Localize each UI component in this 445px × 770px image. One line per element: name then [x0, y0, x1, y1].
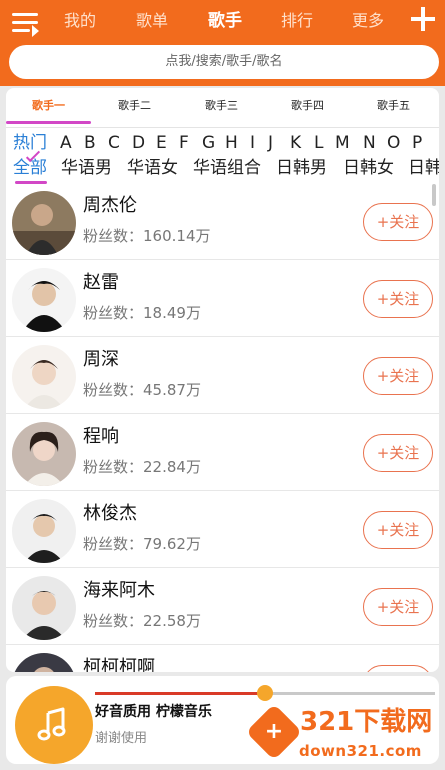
fan-count: 粉丝数：18.49万 — [83, 304, 201, 322]
plus-icon[interactable] — [410, 6, 436, 32]
artist-list[interactable]: 周杰伦 粉丝数：160.14万 +关注 赵雷 粉丝数：18.49万 +关注 周深… — [6, 184, 439, 672]
fan-count: 粉丝数：22.58万 — [83, 612, 201, 630]
tab-artist-2[interactable]: 歌手二 — [118, 96, 151, 116]
artist-name: 程响 — [83, 426, 119, 447]
artist-panel: 歌手一 歌手二 歌手三 歌手四 歌手五 热门 A B C D E F G H I… — [6, 88, 439, 672]
letter-filter[interactable]: N — [363, 132, 376, 154]
letter-filter[interactable]: D — [132, 132, 145, 154]
follow-button[interactable]: +关注 — [363, 357, 433, 395]
artist-row[interactable]: 柯柯柯啊 +关注 — [6, 646, 439, 672]
category-filter[interactable]: 华语女 — [127, 156, 178, 180]
watermark-url: down321.com — [299, 742, 422, 760]
nav-tab-playlists[interactable]: 歌单 — [136, 8, 168, 34]
fan-count: 粉丝数：45.87万 — [83, 381, 201, 399]
nav-tab-charts[interactable]: 排行 — [281, 8, 313, 34]
letter-filter[interactable]: O — [387, 132, 400, 154]
avatar — [12, 268, 76, 332]
divider — [6, 127, 439, 128]
category-filter[interactable]: 华语男 — [61, 156, 112, 180]
category-filter[interactable]: 华语组合 — [193, 156, 261, 180]
letter-filter[interactable]: I — [250, 132, 255, 154]
follow-button[interactable]: +关注 — [363, 434, 433, 472]
artist-row[interactable]: 赵雷 粉丝数：18.49万 +关注 — [6, 261, 439, 337]
category-filter-all[interactable]: 全部 — [13, 156, 47, 180]
letter-filter[interactable]: E — [156, 132, 167, 154]
tab-artist-4[interactable]: 歌手四 — [291, 96, 324, 116]
letter-filter[interactable]: C — [108, 132, 120, 154]
artist-name: 林俊杰 — [83, 503, 137, 524]
artist-row[interactable]: 周杰伦 粉丝数：160.14万 +关注 — [6, 184, 439, 260]
menu-icon[interactable] — [12, 10, 39, 37]
letter-filter[interactable]: L — [314, 132, 323, 154]
avatar — [12, 191, 76, 255]
follow-button[interactable]: +关注 — [363, 511, 433, 549]
progress-track[interactable] — [95, 685, 435, 701]
artist-name: 周杰伦 — [83, 195, 137, 216]
letter-filter[interactable]: A — [60, 132, 72, 154]
category-filter[interactable]: 日韩女 — [343, 156, 394, 180]
nav-tab-mine[interactable]: 我的 — [64, 8, 96, 34]
follow-button[interactable]: +关注 — [363, 280, 433, 318]
tab-artist-1[interactable]: 歌手一 — [32, 96, 65, 116]
follow-button[interactable]: +关注 — [363, 203, 433, 241]
letter-filter[interactable]: B — [84, 132, 96, 154]
tab-indicator — [6, 121, 91, 124]
top-bar: 我的 歌单 歌手 排行 更多 点我/搜索/歌手/歌名 — [0, 0, 445, 86]
progress-fill — [95, 692, 265, 695]
letter-filter[interactable]: G — [202, 132, 215, 154]
letter-filter-hot[interactable]: 热门 — [13, 132, 47, 154]
avatar — [12, 345, 76, 409]
letter-filter[interactable]: P — [412, 132, 422, 154]
artist-name: 周深 — [83, 349, 119, 370]
fan-count: 粉丝数：22.84万 — [83, 458, 201, 476]
fan-count: 粉丝数：79.62万 — [83, 535, 201, 553]
category-filter[interactable]: 日韩男 — [276, 156, 327, 180]
letter-filter[interactable]: M — [335, 132, 350, 154]
artist-name: 赵雷 — [83, 272, 119, 293]
tab-artist-5[interactable]: 歌手五 — [377, 96, 410, 116]
nav-tab-more[interactable]: 更多 — [352, 8, 384, 34]
follow-button[interactable]: +关注 — [363, 665, 433, 672]
search-input[interactable]: 点我/搜索/歌手/歌名 — [9, 45, 439, 79]
letter-filter[interactable]: J — [268, 132, 273, 154]
avatar — [12, 422, 76, 486]
fan-count: 粉丝数：160.14万 — [83, 227, 211, 245]
avatar — [12, 576, 76, 640]
follow-button[interactable]: +关注 — [363, 588, 433, 626]
song-title: 好音质用 柠檬音乐 — [95, 704, 212, 720]
artist-name: 海来阿木 — [83, 580, 155, 601]
category-filter[interactable]: 日韩 — [408, 156, 439, 180]
letter-filter[interactable]: H — [225, 132, 238, 154]
artist-row[interactable]: 程响 粉丝数：22.84万 +关注 — [6, 415, 439, 491]
avatar — [12, 653, 76, 672]
music-note-icon — [37, 707, 66, 741]
artist-name: 柯柯柯啊 — [83, 657, 155, 672]
nav-tab-artists[interactable]: 歌手 — [208, 8, 242, 34]
list-scrollbar[interactable] — [432, 184, 436, 206]
letter-filter[interactable]: K — [290, 132, 301, 154]
avatar — [12, 499, 76, 563]
song-subtitle: 谢谢使用 — [95, 731, 148, 746]
progress-knob[interactable] — [257, 685, 273, 701]
artist-row[interactable]: 海来阿木 粉丝数：22.58万 +关注 — [6, 569, 439, 645]
watermark-logo-glyph: + — [264, 719, 284, 744]
album-disc[interactable] — [15, 686, 93, 764]
tab-artist-3[interactable]: 歌手三 — [205, 96, 238, 116]
artist-row[interactable]: 林俊杰 粉丝数：79.62万 +关注 — [6, 492, 439, 568]
artist-row[interactable]: 周深 粉丝数：45.87万 +关注 — [6, 338, 439, 414]
letter-filter[interactable]: F — [179, 132, 189, 154]
watermark-text: 321下载网 — [300, 707, 433, 737]
